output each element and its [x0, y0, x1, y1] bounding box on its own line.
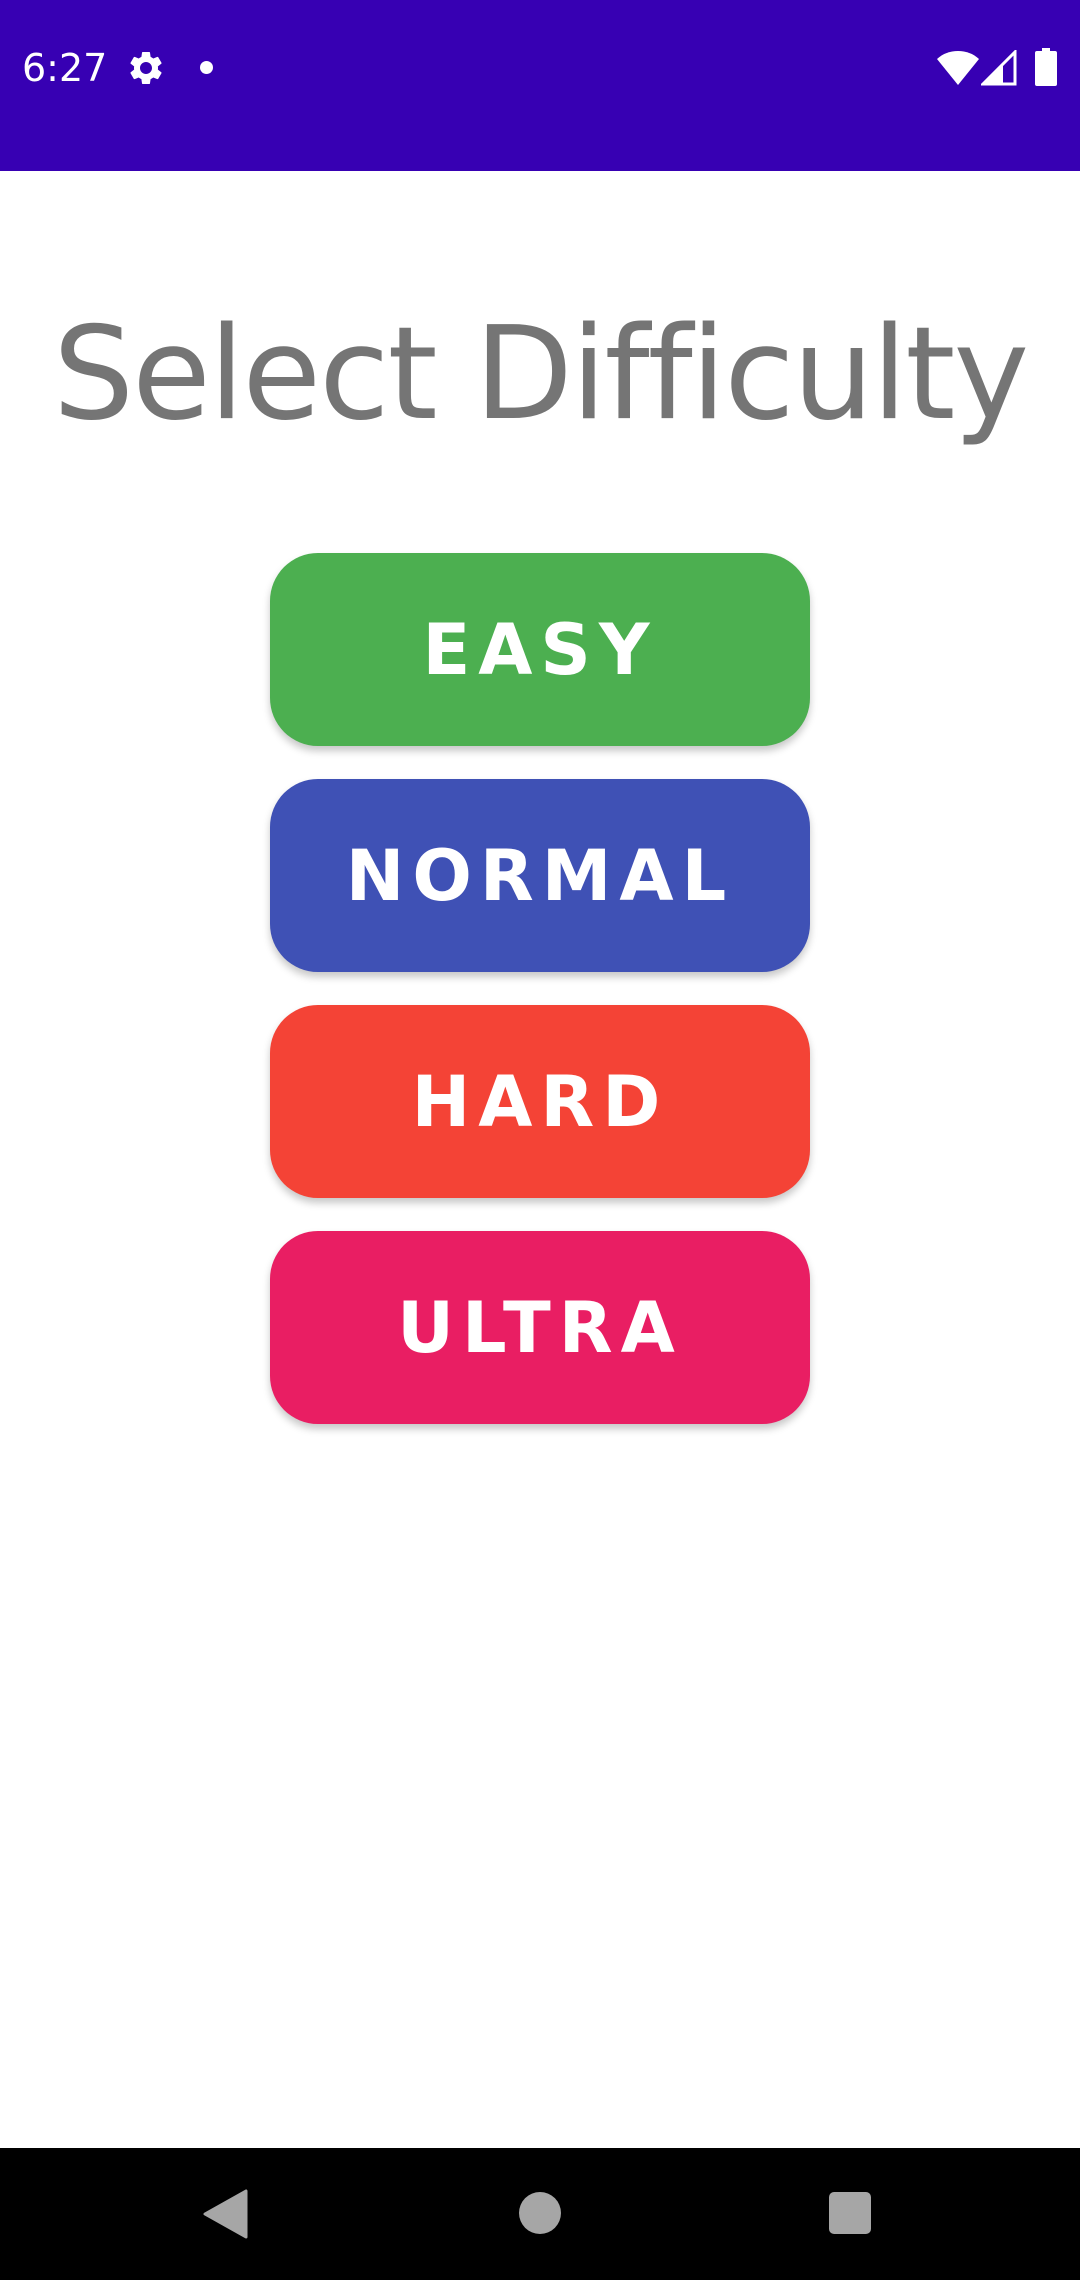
normal-button[interactable]: NORMAL	[270, 779, 810, 972]
signal-icon	[981, 50, 1017, 86]
notification-dot-icon	[200, 61, 213, 74]
battery-icon	[1035, 48, 1057, 86]
ultra-button[interactable]: ULTRA	[270, 1231, 810, 1424]
status-bar: 6:27	[0, 0, 1080, 171]
hard-button[interactable]: HARD	[270, 1005, 810, 1198]
page-title: Select Difficulty	[52, 300, 1029, 449]
home-icon[interactable]	[519, 2192, 561, 2234]
wifi-icon	[937, 51, 979, 85]
back-icon[interactable]	[202, 2189, 248, 2239]
recents-icon[interactable]	[829, 2192, 871, 2234]
easy-button[interactable]: EASY	[270, 553, 810, 746]
status-time: 6:27	[22, 46, 108, 90]
gear-icon	[130, 51, 162, 84]
